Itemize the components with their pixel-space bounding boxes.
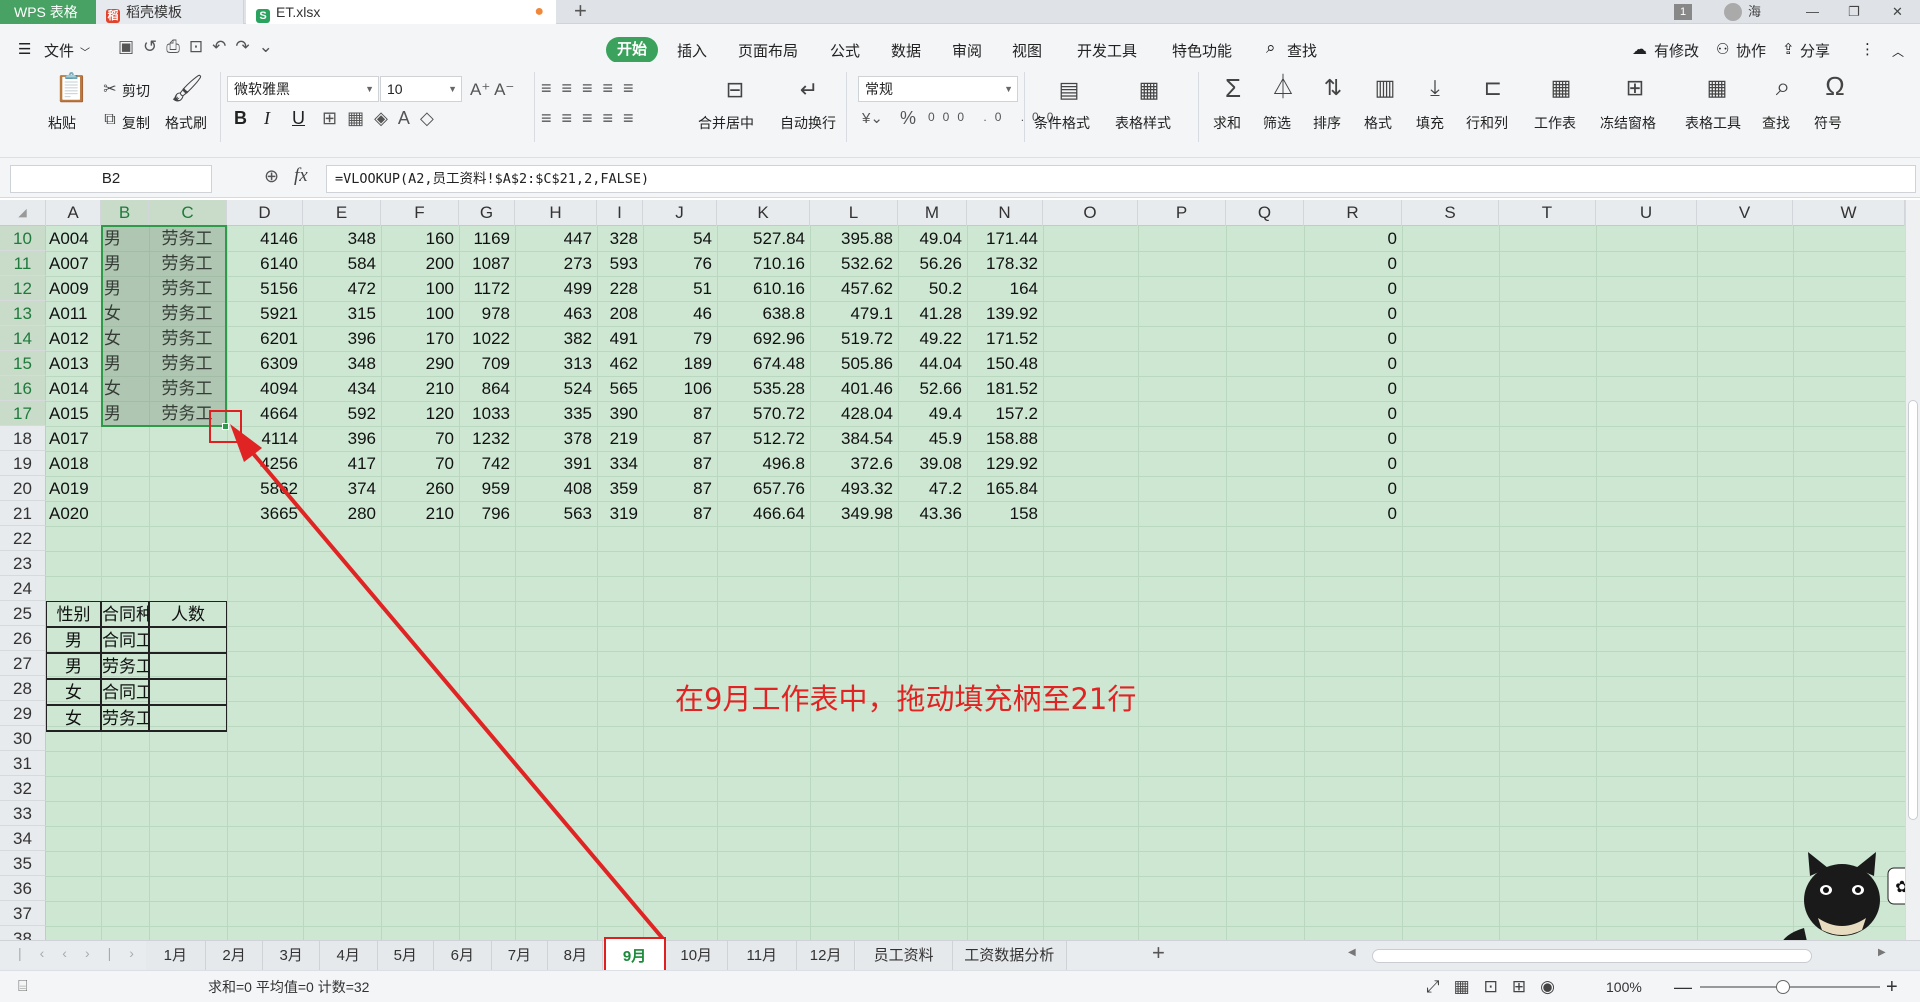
zoom-out-icon[interactable]: —: [1674, 971, 1692, 1002]
sheet-tab[interactable]: 3月: [263, 941, 320, 971]
zoom-level[interactable]: 100%: [1606, 971, 1642, 1002]
vertical-scroll-thumb[interactable]: [1908, 400, 1918, 820]
sheet-tab[interactable]: 1月: [145, 941, 206, 971]
sheet-tab[interactable]: 12月: [796, 941, 856, 971]
sheet-tab[interactable]: 5月: [377, 941, 434, 971]
sheet-tab[interactable]: 7月: [491, 941, 549, 971]
sheet-tab-bar: |‹‹›|› 1月 2月 3月 4月 5月 6月 7月 8月 9月 10月 11月 12月 员工资料 工资…: [0, 937, 1920, 975]
cat-mascot-icon[interactable]: ✿: [1778, 838, 1920, 948]
arrow-line: [238, 436, 666, 942]
scroll-left-icon[interactable]: ◀: [1348, 947, 1356, 958]
zoom-slider-knob[interactable]: [1776, 980, 1790, 994]
sheet-tab[interactable]: 6月: [434, 941, 492, 971]
add-sheet-button[interactable]: +: [1152, 940, 1165, 966]
sheet-tab[interactable]: 工资数据分析: [952, 941, 1067, 971]
status-summary: 求和=0 平均值=0 计数=32: [208, 979, 370, 995]
horizontal-scrollbar[interactable]: ◀ ▶: [1338, 941, 1910, 971]
annotation-text: 在9月工作表中，拖动填充柄至21行: [675, 682, 1137, 716]
status-bar: ⌸ 求和=0 平均值=0 计数=32 ⤢▦⊡⊞◉ 100% — +: [0, 970, 1920, 1002]
annotation-arrow: [230, 424, 666, 942]
sheet-tab[interactable]: 8月: [548, 941, 604, 971]
horizontal-scroll-thumb[interactable]: [1372, 949, 1812, 963]
sheet-tab[interactable]: 11月: [727, 941, 797, 971]
zoom-in-icon[interactable]: +: [1886, 971, 1898, 1002]
sheet-tab[interactable]: 10月: [665, 941, 728, 971]
sheet-nav-arrows-icon[interactable]: |‹‹›|›: [18, 945, 152, 961]
zoom-slider[interactable]: [1700, 986, 1880, 988]
vertical-scrollbar[interactable]: [1905, 200, 1920, 940]
view-mode-icons[interactable]: ⤢▦⊡⊞◉: [1426, 971, 1569, 1002]
sheet-tab[interactable]: 2月: [205, 941, 264, 971]
sheet-tab[interactable]: 员工资料: [855, 941, 953, 971]
macro-icon[interactable]: ⌸: [18, 971, 28, 1002]
sheet-tab[interactable]: 4月: [319, 941, 378, 971]
scroll-right-icon[interactable]: ▶: [1878, 947, 1886, 958]
